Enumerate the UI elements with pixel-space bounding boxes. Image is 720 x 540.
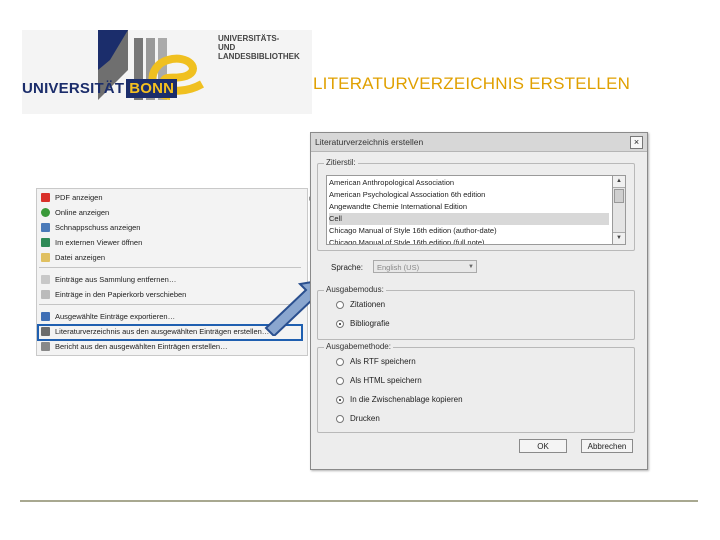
report-icon (41, 342, 50, 351)
cancel-button[interactable]: Abbrechen (581, 439, 633, 453)
menu-item-online[interactable]: Online anzeigen (39, 206, 303, 219)
page-title: LITERATURVERZEICHNIS ERSTELLEN (313, 74, 631, 93)
citation-style-group: Zitierstil: American Anthropological Ass… (317, 158, 635, 251)
language-label: Sprache: (331, 263, 364, 272)
list-item[interactable]: Chicago Manual of Style 16th edition (fu… (329, 237, 609, 244)
output-method-group: Ausgabemethode: Als RTF speichern Als HT… (317, 342, 635, 433)
radio-button[interactable] (336, 358, 344, 366)
list-item[interactable]: American Psychological Association 6th e… (329, 189, 609, 201)
scroll-down-icon[interactable]: ▼ (613, 232, 625, 244)
export-icon (41, 312, 50, 321)
menu-separator (39, 267, 301, 268)
university-logo: UNIVERSITÄT BONN UNIVERSITÄTS- UND LANDES… (22, 30, 312, 114)
citation-style-label: Zitierstil: (324, 158, 358, 167)
menu-item-external-viewer[interactable]: Im externen Viewer öffnen (39, 236, 303, 249)
ulb-emblem-icon (98, 30, 204, 100)
scroll-thumb[interactable] (614, 189, 624, 203)
bibliography-dialog: Literaturverzeichnis erstellen × Zitiers… (310, 132, 648, 470)
menu-item-snapshot[interactable]: Schnappschuss anzeigen (39, 221, 303, 234)
list-item[interactable]: American Anthropological Association (329, 177, 609, 189)
ok-button[interactable]: OK (519, 439, 567, 453)
radio-button-checked[interactable] (336, 320, 344, 328)
university-name: UNIVERSITÄT BONN (22, 79, 178, 98)
radio-button[interactable] (336, 415, 344, 423)
output-mode-label: Ausgabemodus: (324, 285, 386, 294)
footer-divider (20, 500, 698, 502)
radio-button-checked[interactable] (336, 396, 344, 404)
pdf-icon (41, 193, 50, 202)
citation-style-list[interactable]: American Anthropological Association Ame… (326, 175, 614, 245)
close-button[interactable]: × (630, 136, 643, 149)
list-item[interactable]: Angewandte Chemie International Edition (329, 201, 609, 213)
radio-button[interactable] (336, 301, 344, 309)
chevron-down-icon: ▼ (468, 264, 474, 270)
dialog-titlebar[interactable]: Literaturverzeichnis erstellen × (311, 133, 647, 152)
remove-icon (41, 275, 50, 284)
list-item-selected[interactable]: Cell (329, 213, 609, 225)
trash-icon (41, 290, 50, 299)
scroll-up-icon[interactable]: ▲ (613, 176, 625, 188)
menu-item-pdf[interactable]: PDF anzeigen (39, 191, 303, 204)
output-method-label: Ausgabemethode: (324, 342, 393, 351)
dialog-title: Literaturverzeichnis erstellen (315, 137, 424, 147)
viewer-icon (41, 238, 50, 247)
language-select[interactable]: English (US) ▼ (373, 260, 477, 273)
menu-item-show-file[interactable]: Datei anzeigen (39, 251, 303, 264)
radio-button[interactable] (336, 377, 344, 385)
list-item[interactable]: Chicago Manual of Style 16th edition (au… (329, 225, 609, 237)
library-name: UNIVERSITÄTS- UND LANDESBIBLIOTHEK (218, 34, 300, 61)
file-icon (41, 253, 50, 262)
list-scrollbar[interactable]: ▲ ▼ (612, 175, 626, 245)
globe-icon (41, 208, 50, 217)
output-mode-group: Ausgabemodus: Zitationen Bibliografie (317, 285, 635, 340)
snapshot-icon (41, 223, 50, 232)
menu-item-create-report[interactable]: Bericht aus den ausgewählten Einträgen e… (39, 340, 303, 353)
